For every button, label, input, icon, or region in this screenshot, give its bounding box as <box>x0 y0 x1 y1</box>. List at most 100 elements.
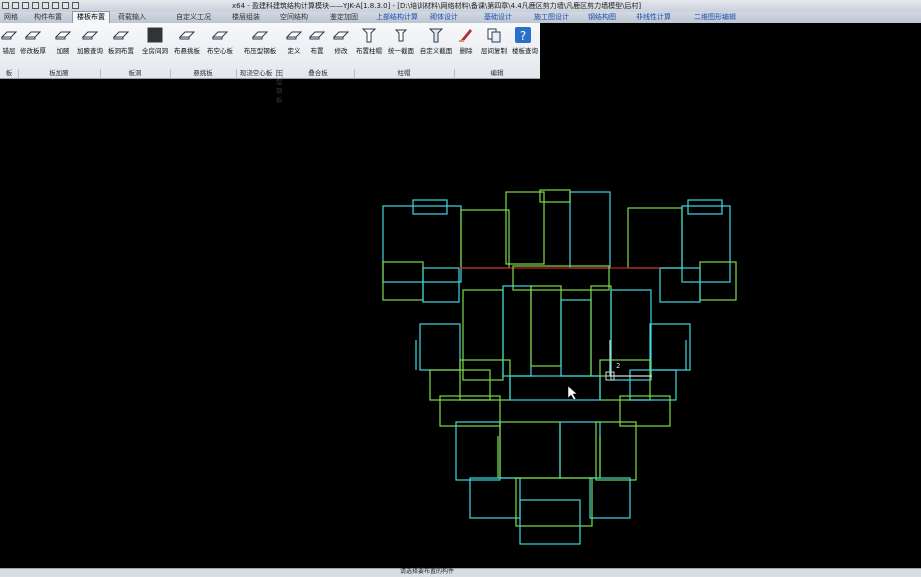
ribbon-group-label: 悬挑板 <box>170 69 237 78</box>
undo-icon[interactable] <box>22 2 29 9</box>
ribbon-button-uniform-section[interactable]: 统一截面 <box>386 25 416 65</box>
ribbon-button-query[interactable]: ? 楼板查询 <box>512 25 538 65</box>
ribbon-group-label: 板洞 <box>100 69 171 78</box>
print-icon[interactable] <box>42 2 49 9</box>
tab-9[interactable]: 砌体设计 <box>426 12 462 23</box>
wall-room <box>569 191 611 269</box>
ribbon-group-label: 编辑 <box>454 69 541 78</box>
ribbon-button-hollow-slab[interactable]: 布空心板 <box>204 25 236 65</box>
wall-room <box>595 421 637 481</box>
custom-section-icon <box>428 27 444 43</box>
ribbon-button-label: 加腋 <box>56 47 70 55</box>
tab-5[interactable]: 楼层组装 <box>228 12 264 23</box>
ribbon-button-delete[interactable]: 删除 <box>456 25 476 65</box>
tab-11[interactable]: 施工图设计 <box>530 12 573 23</box>
ribbon-button-label: 布置柱帽 <box>356 47 382 55</box>
ribbon-button-room-hole[interactable]: 全房间洞 <box>140 25 170 65</box>
tab-12[interactable]: 钢结构图 <box>584 12 620 23</box>
uniform-section-icon <box>393 27 409 42</box>
ribbon-button-label: 布空心板 <box>207 47 233 55</box>
ribbon-button-label: 统一截面 <box>388 47 414 55</box>
wall-room <box>499 421 561 479</box>
wall-room <box>509 375 601 401</box>
stair-slab-icon <box>0 27 18 41</box>
wall-room <box>412 199 448 215</box>
ribbon-button-copy-floor[interactable]: 层间复制 <box>480 25 508 65</box>
ribbon-button-place[interactable]: 布置 <box>306 25 328 65</box>
save-icon[interactable] <box>12 2 19 9</box>
tab-14[interactable]: 二维图形编辑 <box>690 12 740 23</box>
wall-room <box>560 299 592 377</box>
tab-7[interactable]: 鉴定加固 <box>326 12 362 23</box>
wall-room <box>382 205 462 283</box>
mouse-cursor-icon <box>567 385 578 401</box>
wall-room <box>419 323 461 371</box>
hollow-slab-icon <box>211 27 229 41</box>
ribbon-group-label: 现浇空心板 <box>236 69 277 78</box>
ribbon-button-cantilever-slab[interactable]: 布悬挑板 <box>172 25 202 65</box>
ribbon-button-label: 布置 <box>310 47 324 55</box>
ribbon-group-label: 叠合板 <box>282 69 355 78</box>
room-hole-icon <box>147 27 163 43</box>
slab-hole-icon <box>112 27 130 41</box>
wall-room <box>659 267 701 303</box>
ribbon-button-label: 删除 <box>459 47 473 55</box>
modify-icon <box>332 27 350 41</box>
ribbon-button-stair-slab[interactable]: 错层 <box>0 25 18 65</box>
ribbon-button-column-cap[interactable]: 布置柱帽 <box>354 25 384 65</box>
ribbon-button-slab-hole[interactable]: 板洞布置 <box>106 25 136 65</box>
wall-room <box>469 477 521 519</box>
tab-10[interactable]: 基础设计 <box>480 12 516 23</box>
ribbon-button-label: 布悬挑板 <box>174 47 200 55</box>
drawing-canvas[interactable]: 2 <box>0 78 921 568</box>
ribbon-button-label: 修改 <box>334 47 348 55</box>
wall-room <box>627 207 683 269</box>
column-cap-icon <box>361 27 377 43</box>
ribbon-button-label: 层间复制 <box>481 47 507 55</box>
open-icon[interactable] <box>52 2 59 9</box>
tab-0[interactable]: 网格 <box>0 12 22 23</box>
ribbon-button-label: 自定义截面 <box>419 47 453 55</box>
close-file-icon[interactable] <box>72 2 79 9</box>
ucs-label: 2 <box>616 362 620 370</box>
ribbon-button-edit-thickness[interactable]: 修改板厚 <box>18 25 48 65</box>
app-menu-icon[interactable] <box>2 2 9 9</box>
ribbon-button-haunch-query[interactable]: 加腋查询 <box>76 25 104 65</box>
ribbon-group-label: 板 <box>0 69 19 78</box>
ribbon-button-haunch[interactable]: 加腋 <box>52 25 74 65</box>
ribbon-empty-area <box>540 23 921 78</box>
ribbon-panel: 错层 修改板厚 加腋 加腋查询 板洞布置 全房间洞 布悬挑板 布空心板 布压型钢板 定义 布置 修改布… <box>0 23 541 104</box>
wall-room <box>382 261 424 301</box>
new-file-icon[interactable] <box>62 2 69 9</box>
ribbon-group-label: 板加腋 <box>18 69 101 78</box>
ribbon-button-label: 加腋查询 <box>77 47 103 55</box>
tab-8[interactable]: 上部结构计算 <box>372 12 422 23</box>
cantilever-slab-icon <box>178 27 196 41</box>
wall-room <box>455 421 501 481</box>
ribbon-button-modify[interactable]: 修改 <box>330 25 352 65</box>
tab-4[interactable]: 自定义工况 <box>172 12 215 23</box>
redo-icon[interactable] <box>32 2 39 9</box>
ribbon-button-define[interactable]: 定义 <box>284 25 304 65</box>
ribbon-button-custom-section[interactable]: 自定义截面 <box>418 25 454 65</box>
command-line-text: 请选择要布置的构件 <box>400 568 455 575</box>
tab-3[interactable]: 荷载输入 <box>114 12 150 23</box>
wall-room <box>462 289 504 381</box>
edit-thickness-icon <box>24 27 42 41</box>
wall-room <box>589 477 631 519</box>
query-icon: ? <box>515 27 531 43</box>
ribbon-button-label: 布压型钢板 <box>243 47 277 55</box>
copy-floor-icon <box>486 27 502 43</box>
delete-icon <box>458 27 474 42</box>
wall-room <box>530 285 562 367</box>
wall-room <box>590 285 612 377</box>
wall-room <box>681 205 731 283</box>
ribbon-button-profiled-deck[interactable]: 布压型钢板 <box>240 25 280 65</box>
tab-6[interactable]: 空间结构 <box>276 12 312 23</box>
tab-1[interactable]: 构件布置 <box>30 12 66 23</box>
ribbon-group-label: 柱帽 <box>354 69 455 78</box>
place-icon <box>308 27 326 41</box>
haunch-icon <box>54 27 72 41</box>
window-title: x64 - 盈建科建筑结构计算模块——YJK-A[1.8.3.0] - [D:\… <box>232 2 642 10</box>
tab-13[interactable]: 非线性计算 <box>632 12 675 23</box>
